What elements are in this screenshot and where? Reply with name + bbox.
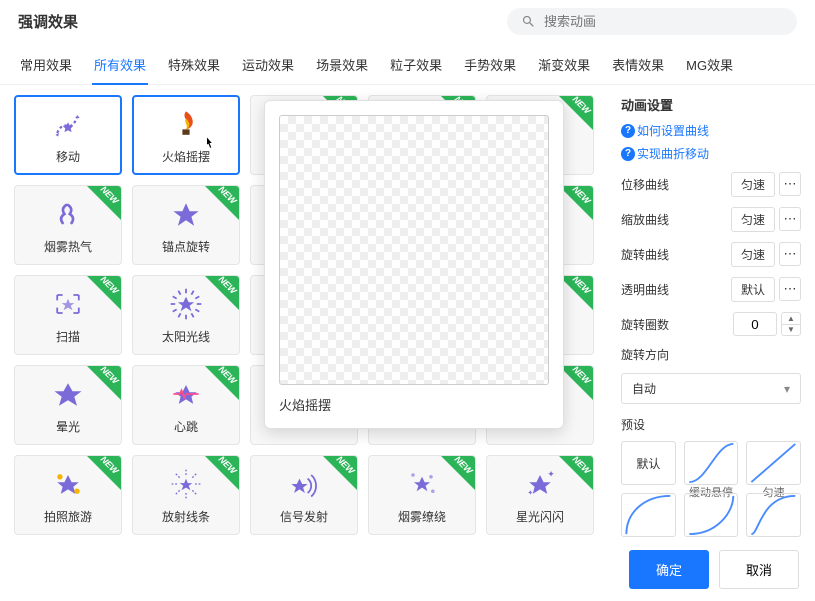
preview-popup: 火焰摇摆 [264, 100, 564, 429]
effect-拍照旅游[interactable]: NEW拍照旅游 [14, 455, 122, 535]
scale-curve-more[interactable]: ⋯ [779, 207, 801, 231]
preset-3[interactable] [621, 493, 676, 537]
effect-晕光[interactable]: NEW晕光 [14, 365, 122, 445]
effect-烟雾缭绕[interactable]: NEW烟雾缭绕 [368, 455, 476, 535]
sun-icon [168, 286, 204, 322]
rotate-direction-label: 旋转方向 [621, 346, 669, 363]
offset-curve-more[interactable]: ⋯ [779, 172, 801, 196]
tab-4[interactable]: 场景效果 [314, 49, 370, 84]
opacity-curve-select[interactable]: 默认 [731, 277, 775, 302]
tab-8[interactable]: 表情效果 [610, 49, 666, 84]
effect-label: 信号发射 [280, 508, 328, 525]
effect-烟雾热气[interactable]: NEW烟雾热气 [14, 185, 122, 265]
preset-title: 预设 [621, 416, 801, 433]
tab-5[interactable]: 粒子效果 [388, 49, 444, 84]
smoke-icon [50, 196, 86, 232]
rotate-turns-label: 旋转圈数 [621, 316, 669, 333]
photo-icon [50, 466, 86, 502]
rotate-turns-input[interactable] [733, 312, 777, 336]
cancel-button[interactable]: 取消 [719, 550, 799, 589]
effect-心跳[interactable]: NEW心跳 [132, 365, 240, 445]
settings-panel: 动画设置 ?如何设置曲线 ?实现曲折移动 位移曲线匀速⋯ 缩放曲线匀速⋯ 旋转曲… [615, 85, 815, 596]
effect-label: 晕光 [56, 418, 80, 435]
rotate-curve-label: 旋转曲线 [621, 246, 669, 263]
effect-信号发射[interactable]: NEW信号发射 [250, 455, 358, 535]
search-icon [521, 14, 536, 29]
scan-icon [50, 286, 86, 322]
effect-label: 星光闪闪 [516, 508, 564, 525]
rotate-curve-select[interactable]: 匀速 [731, 242, 775, 267]
chevron-down-icon: ▾ [784, 382, 790, 396]
effect-移动[interactable]: 移动 [14, 95, 122, 175]
effect-label: 烟雾缭绕 [398, 508, 446, 525]
effect-label: 拍照旅游 [44, 508, 92, 525]
radial-icon [168, 466, 204, 502]
rotate-curve-more[interactable]: ⋯ [779, 242, 801, 266]
help-icon: ? [621, 124, 635, 138]
opacity-curve-label: 透明曲线 [621, 281, 669, 298]
rotate-turns-stepper[interactable]: ▲▼ [781, 312, 801, 336]
effect-太阳光线[interactable]: NEW太阳光线 [132, 275, 240, 355]
effect-label: 扫描 [56, 328, 80, 345]
effect-扫描[interactable]: NEW扫描 [14, 275, 122, 355]
tabs: 常用效果所有效果特殊效果运动效果场景效果粒子效果手势效果渐变效果表情效果 MG效果 [0, 39, 815, 85]
glow-icon [50, 376, 86, 412]
rotate-direction-select[interactable]: 自动▾ [621, 373, 801, 404]
effect-火焰摇摆[interactable]: 火焰摇摆 [132, 95, 240, 175]
effect-放射线条[interactable]: NEW放射线条 [132, 455, 240, 535]
signal-icon [286, 466, 322, 502]
effect-label: 锚点旋转 [162, 238, 210, 255]
help-zigzag-link[interactable]: ?实现曲折移动 [621, 145, 709, 162]
preset-0[interactable]: 默认 [621, 441, 676, 485]
effect-label: 放射线条 [162, 508, 210, 525]
preview-label: 火焰摇摆 [279, 395, 549, 414]
offset-curve-label: 位移曲线 [621, 176, 669, 193]
effect-label: 太阳光线 [162, 328, 210, 345]
effect-label: 烟雾热气 [44, 238, 92, 255]
star-icon [168, 196, 204, 232]
sparkle-icon [404, 466, 440, 502]
effect-label: 心跳 [174, 418, 198, 435]
cursor-icon [200, 135, 220, 155]
twinkle-icon: ✦✦ [522, 466, 558, 502]
effect-星光闪闪[interactable]: NEW✦✦星光闪闪 [486, 455, 594, 535]
tab-1[interactable]: 所有效果 [92, 49, 148, 84]
tab-0[interactable]: 常用效果 [18, 49, 74, 84]
search-input[interactable] [544, 14, 783, 29]
move-icon [50, 106, 86, 142]
opacity-curve-more[interactable]: ⋯ [779, 277, 801, 301]
ok-button[interactable]: 确定 [629, 550, 709, 589]
offset-curve-select[interactable]: 匀速 [731, 172, 775, 197]
scale-curve-label: 缩放曲线 [621, 211, 669, 228]
heart-icon [168, 376, 204, 412]
preset-5[interactable] [746, 493, 801, 537]
preview-canvas [279, 115, 549, 385]
svg-text:✦: ✦ [527, 487, 533, 496]
preset-2[interactable]: 匀速 [746, 441, 801, 485]
scale-curve-select[interactable]: 匀速 [731, 207, 775, 232]
effect-label: 移动 [56, 148, 80, 165]
tab-2[interactable]: 特殊效果 [166, 49, 222, 84]
tab-7[interactable]: 渐变效果 [536, 49, 592, 84]
tab-6[interactable]: 手势效果 [462, 49, 518, 84]
flame-icon [168, 106, 204, 142]
preset-4[interactable] [684, 493, 739, 537]
search-box[interactable] [507, 8, 797, 35]
tab-9[interactable]: MG效果 [684, 49, 735, 84]
effect-锚点旋转[interactable]: NEW锚点旋转 [132, 185, 240, 265]
preset-1[interactable]: 缓动悬停 [684, 441, 739, 485]
settings-title: 动画设置 [621, 95, 801, 114]
svg-text:✦: ✦ [547, 468, 555, 478]
help-icon: ? [621, 147, 635, 161]
tab-3[interactable]: 运动效果 [240, 49, 296, 84]
help-curve-link[interactable]: ?如何设置曲线 [621, 122, 709, 139]
page-title: 强调效果 [18, 11, 78, 32]
